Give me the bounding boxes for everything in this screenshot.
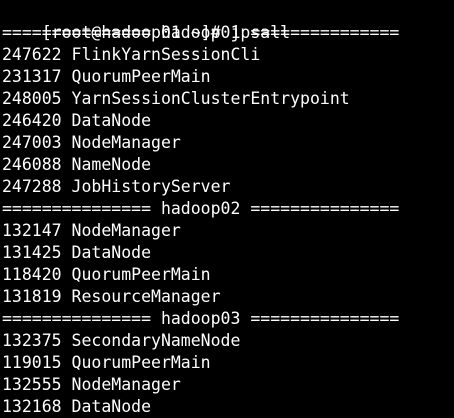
process-line: 247288 JobHistoryServer (2, 177, 231, 196)
process-line: 132168 DataNode (2, 397, 152, 416)
process-line: 132147 NodeManager (2, 221, 181, 240)
process-line: 248005 YarnSessionClusterEntrypoint (2, 89, 350, 108)
host-separator: =============== hadoop02 =============== (2, 199, 400, 218)
process-line: 231317 QuorumPeerMain (2, 67, 211, 86)
process-line: 246088 NameNode (2, 155, 152, 174)
process-line: 247003 NodeManager (2, 133, 181, 152)
process-line: 119015 QuorumPeerMain (2, 353, 211, 372)
process-line: 132555 NodeManager (2, 375, 181, 394)
host-separator: =============== hadoop01 =============== (2, 23, 400, 42)
terminal-window[interactable]: [root@hadoop01 ~]# jpsall ==============… (0, 0, 454, 417)
process-line: 247622 FlinkYarnSessionCli (2, 45, 261, 64)
host-separator: =============== hadoop03 =============== (2, 309, 400, 328)
process-line: 246420 DataNode (2, 111, 152, 130)
process-line: 131425 DataNode (2, 243, 152, 262)
process-line: 131819 ResourceManager (2, 287, 221, 306)
process-line: 132375 SecondaryNameNode (2, 331, 241, 350)
process-line: 118420 QuorumPeerMain (2, 265, 211, 284)
prompt-line: [root@hadoop01 ~]# jpsall (2, 0, 454, 42)
